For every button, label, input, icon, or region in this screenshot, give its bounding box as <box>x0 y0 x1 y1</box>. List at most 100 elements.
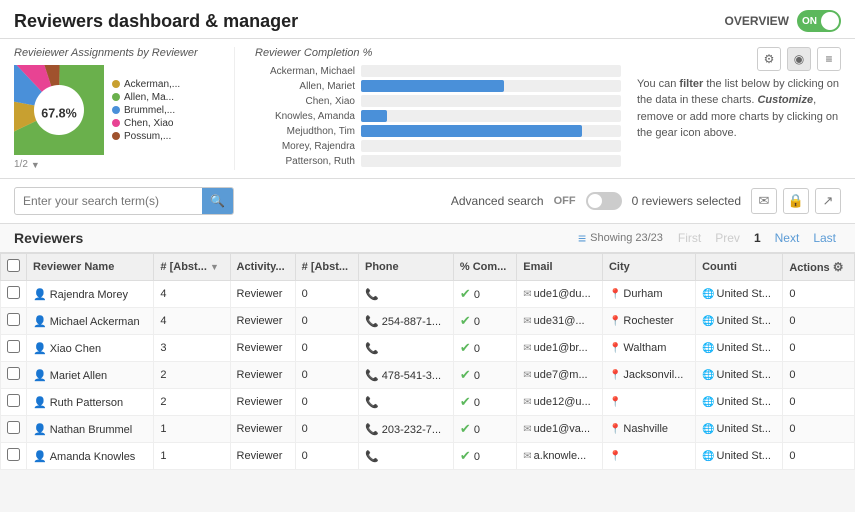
row-abs1-2: 3 <box>154 335 230 362</box>
search-input[interactable] <box>15 189 202 213</box>
lock-action-icon[interactable]: 🔒 <box>783 188 809 214</box>
row-check-0[interactable] <box>7 286 20 299</box>
row-abs1-3: 2 <box>154 362 230 389</box>
actions-gear-icon[interactable]: ⚙ <box>833 260 844 274</box>
bar-chart: Ackerman, Michael Allen, Mariet Chen, Xi… <box>255 65 621 167</box>
legend-dot-1 <box>112 93 120 101</box>
row-actions-2: 0 <box>783 335 855 362</box>
row-abs2-6: 0 <box>295 443 358 470</box>
row-actions-5: 0 <box>783 416 855 443</box>
col-city[interactable]: City <box>602 254 695 281</box>
bar-label-0: Ackerman, Michael <box>255 66 355 77</box>
row-activity-6: Reviewer <box>230 443 295 470</box>
current-page-btn[interactable]: 1 <box>749 230 766 246</box>
bar-row-5: Morey, Rajendra <box>255 140 621 152</box>
row-country-1: 🌐United St... <box>696 308 783 335</box>
pie-nav-arrow[interactable]: ▼ <box>31 160 40 170</box>
location-icon-6: 📍 <box>609 451 621 462</box>
legend-item-3: Chen, Xiao <box>112 118 180 129</box>
location-icon-1: 📍 <box>609 316 621 327</box>
table-row: 👤Nathan Brummel 1 Reviewer 0 📞 203-232-7… <box>1 416 855 443</box>
row-check-2[interactable] <box>7 340 20 353</box>
gear-icon-button[interactable]: ⚙ <box>757 47 781 71</box>
check-icon-5: ✔ <box>460 421 471 436</box>
bar-track-0 <box>361 65 621 77</box>
pie-chart-icon-button[interactable]: ◉ <box>787 47 811 71</box>
bar-label-5: Morey, Rajendra <box>255 141 355 152</box>
row-abs1-5: 1 <box>154 416 230 443</box>
col-activity[interactable]: Activity... <box>230 254 295 281</box>
globe-icon-3: 🌐 <box>702 370 714 381</box>
col-reviewer-name[interactable]: Reviewer Name <box>27 254 154 281</box>
col-abs1[interactable]: # [Abst... ▼ <box>154 254 230 281</box>
row-checkbox-1 <box>1 308 27 335</box>
row-city-1: 📍Rochester <box>602 308 695 335</box>
phone-icon-5: 📞 <box>365 424 379 436</box>
row-actions-1: 0 <box>783 308 855 335</box>
col-phone[interactable]: Phone <box>358 254 453 281</box>
row-checkbox-3 <box>1 362 27 389</box>
action-icons: ✉ 🔒 ↗ <box>751 188 841 214</box>
legend-label-1: Allen, Ma... <box>124 92 174 103</box>
export-action-icon[interactable]: ↗ <box>815 188 841 214</box>
row-email-2: ✉ude1@br... <box>517 335 603 362</box>
user-icon-6: 👤 <box>33 451 47 463</box>
search-input-wrap: 🔍 <box>14 187 234 215</box>
email-action-icon[interactable]: ✉ <box>751 188 777 214</box>
search-button[interactable]: 🔍 <box>202 188 233 214</box>
advanced-search-label: Advanced search <box>451 194 544 208</box>
data-table: Reviewer Name # [Abst... ▼ Activity... #… <box>0 253 855 470</box>
row-abs2-3: 0 <box>295 362 358 389</box>
row-check-6[interactable] <box>7 448 20 461</box>
prev-page-btn[interactable]: Prev <box>710 230 745 246</box>
col-country[interactable]: Counti <box>696 254 783 281</box>
legend-label-2: Brummel,... <box>124 105 175 116</box>
row-phone-3: 📞 478-541-3... <box>358 362 453 389</box>
bar-track-5 <box>361 140 621 152</box>
email-icon-1: ✉ <box>523 316 531 327</box>
table-row: 👤Mariet Allen 2 Reviewer 0 📞 478-541-3..… <box>1 362 855 389</box>
bar-fill-3 <box>361 110 387 122</box>
advanced-off-label: OFF <box>554 195 576 207</box>
toggle-on-label: ON <box>802 16 817 27</box>
check-icon-6: ✔ <box>460 448 471 463</box>
row-activity-2: Reviewer <box>230 335 295 362</box>
row-activity-3: Reviewer <box>230 362 295 389</box>
pie-container: 67.8% Ackerman,... Allen, Ma... Brummel,… <box>14 65 224 155</box>
col-abs2[interactable]: # [Abst... <box>295 254 358 281</box>
row-checkbox-5 <box>1 416 27 443</box>
email-icon-3: ✉ <box>523 370 531 381</box>
row-country-5: 🌐United St... <box>696 416 783 443</box>
table-header: Reviewers ≡ Showing 23/23 First Prev 1 N… <box>0 224 855 253</box>
first-page-btn[interactable]: First <box>673 230 706 246</box>
select-all-checkbox[interactable] <box>7 259 20 272</box>
overview-toggle[interactable]: ON <box>797 10 841 32</box>
user-icon-0: 👤 <box>33 289 47 301</box>
bar-row-3: Knowles, Amanda <box>255 110 621 122</box>
row-email-3: ✉ude7@m... <box>517 362 603 389</box>
globe-icon-0: 🌐 <box>702 289 714 300</box>
row-check-1[interactable] <box>7 313 20 326</box>
row-check-3[interactable] <box>7 367 20 380</box>
row-check-5[interactable] <box>7 421 20 434</box>
showing-text: Showing 23/23 <box>590 232 663 244</box>
legend-label-3: Chen, Xiao <box>124 118 173 129</box>
header-right: OVERVIEW ON <box>725 10 841 32</box>
col-email[interactable]: Email <box>517 254 603 281</box>
advanced-search-toggle[interactable] <box>586 192 622 210</box>
check-icon-0: ✔ <box>460 286 471 301</box>
row-activity-0: Reviewer <box>230 281 295 308</box>
legend-item-2: Brummel,... <box>112 105 180 116</box>
bar-label-2: Chen, Xiao <box>255 96 355 107</box>
last-page-btn[interactable]: Last <box>808 230 841 246</box>
row-pct-6: ✔ 0 <box>453 443 516 470</box>
pie-chart[interactable]: 67.8% <box>14 65 104 155</box>
col-pct[interactable]: % Com... <box>453 254 516 281</box>
row-check-4[interactable] <box>7 394 20 407</box>
list-icon-button[interactable]: ≡ <box>817 47 841 71</box>
phone-icon-6: 📞 <box>365 451 379 463</box>
row-checkbox-0 <box>1 281 27 308</box>
next-page-btn[interactable]: Next <box>770 230 805 246</box>
info-text: You can filter the list below by clickin… <box>637 76 841 142</box>
row-email-6: ✉a.knowle... <box>517 443 603 470</box>
